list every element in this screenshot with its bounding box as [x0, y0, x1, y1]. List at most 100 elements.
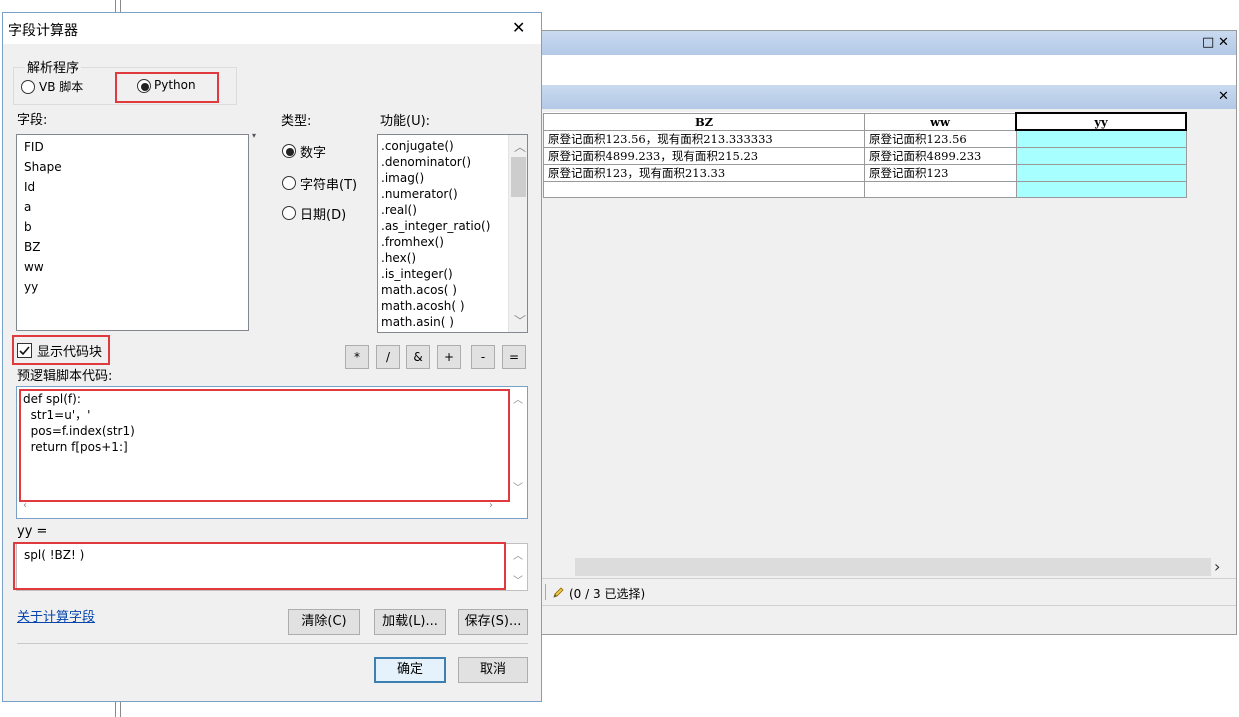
field-item[interactable]: yy	[17, 277, 248, 297]
expr-scroll-up-icon[interactable]: ︿	[511, 547, 525, 562]
field-item[interactable]: FID	[17, 137, 248, 157]
table-row[interactable]: 原登记面积123，现有面积213.33 原登记面积123	[543, 163, 1187, 182]
field-item[interactable]: b	[17, 217, 248, 237]
type-string-label[interactable]: 字符串(T)	[300, 174, 357, 193]
field-item[interactable]: BZ	[17, 237, 248, 257]
prelogic-label: 预逻辑脚本代码:	[17, 369, 113, 384]
functions-scrollbar[interactable]: ︿ ﹀	[508, 135, 527, 332]
functions-label: 功能(U):	[380, 114, 431, 129]
attribute-table: BZ ww yy 原登记面积123.56，现有面积213.333333 原登记面…	[543, 112, 1187, 198]
ok-button[interactable]: 确定	[374, 657, 446, 683]
cancel-button[interactable]: 取消	[458, 657, 528, 683]
field-item[interactable]: Shape	[17, 157, 248, 177]
function-item[interactable]: math.acos( )	[378, 282, 527, 298]
field-calculator-dialog: 字段计算器 ✕ 解析程序 VB 脚本 Python 字段: FID Shape …	[2, 12, 542, 702]
code-scroll-down-icon[interactable]: ﹀	[511, 479, 525, 494]
function-item[interactable]: .imag()	[378, 170, 527, 186]
restore-button[interactable]: □	[1202, 36, 1214, 50]
dialog-title-bar: 字段计算器 ✕	[3, 13, 541, 44]
prelogic-highlight-box	[19, 389, 510, 502]
equals-button[interactable]: =	[502, 345, 526, 369]
function-item[interactable]: .fromhex()	[378, 234, 527, 250]
scroll-up-icon[interactable]: ︿	[509, 139, 527, 155]
window-close-button[interactable]: ✕	[1218, 36, 1229, 50]
multiply-button[interactable]: *	[345, 345, 369, 369]
pencil-icon	[553, 587, 564, 598]
type-number-label[interactable]: 数字	[300, 142, 326, 161]
vb-radio[interactable]	[21, 80, 35, 94]
table-cell[interactable]	[1015, 146, 1187, 165]
clear-button[interactable]: 清除(C)	[288, 609, 360, 635]
checkmark-icon	[19, 346, 30, 356]
show-codeblock-label[interactable]: 显示代码块	[37, 341, 102, 360]
type-date-label[interactable]: 日期(D)	[300, 204, 346, 223]
type-string-radio[interactable]	[282, 176, 296, 190]
fields-sort-icon[interactable]: ▾	[252, 131, 256, 140]
fields-list[interactable]: FID Shape Id a b BZ ww yy	[16, 134, 249, 331]
vb-radio-label[interactable]: VB 脚本	[39, 78, 83, 95]
ampersand-button[interactable]: &	[406, 345, 430, 369]
column-header-bz[interactable]: BZ	[543, 112, 865, 131]
function-item[interactable]: .as_integer_ratio()	[378, 218, 527, 234]
plus-button[interactable]: +	[437, 345, 461, 369]
about-calculate-field-link[interactable]: 关于计算字段	[17, 606, 95, 625]
attribute-table-window: □ ✕ ✕ BZ ww yy 原登记面积123.56，现有面积213.33333…	[540, 30, 1237, 635]
save-button[interactable]: 保存(S)...	[458, 609, 528, 635]
function-item[interactable]: math.acosh( )	[378, 298, 527, 314]
table-header-row: BZ ww yy	[543, 112, 1187, 131]
selection-status: (0 / 3 已选择)	[569, 587, 646, 601]
table-cell[interactable]: 原登记面积123	[864, 163, 1017, 182]
table-cell[interactable]: 原登记面积4899.233	[864, 146, 1017, 165]
scroll-right-icon[interactable]: ›	[1214, 557, 1220, 576]
table-cell[interactable]: 原登记面积123.56，现有面积213.333333	[543, 129, 865, 148]
type-date-radio[interactable]	[282, 206, 296, 220]
table-cell[interactable]	[1015, 129, 1187, 148]
table-cell[interactable]	[1015, 180, 1187, 198]
fields-label: 字段:	[17, 113, 48, 128]
function-item[interactable]: .real()	[378, 202, 527, 218]
function-item[interactable]: .is_integer()	[378, 266, 527, 282]
function-item[interactable]: .conjugate()	[378, 138, 527, 154]
minus-button[interactable]: -	[471, 345, 495, 369]
type-number-radio[interactable]	[282, 144, 296, 158]
status-bar: (0 / 3 已选择)	[541, 578, 1236, 606]
function-item[interactable]: .denominator()	[378, 154, 527, 170]
type-label: 类型:	[281, 114, 312, 129]
field-item[interactable]: ww	[17, 257, 248, 277]
python-radio-label[interactable]: Python	[154, 78, 196, 92]
function-item[interactable]: math.asin( )	[378, 314, 527, 330]
field-item[interactable]: Id	[17, 177, 248, 197]
table-cell[interactable]: 原登记面积4899.233，现有面积215.23	[543, 146, 865, 165]
table-row[interactable]: 原登记面积123.56，现有面积213.333333 原登记面积123.56	[543, 129, 1187, 148]
function-item[interactable]: .hex()	[378, 250, 527, 266]
function-item[interactable]: .numerator()	[378, 186, 527, 202]
table-tab-bar	[541, 85, 1236, 109]
show-codeblock-checkbox[interactable]	[17, 343, 32, 358]
functions-list[interactable]: .conjugate() .denominator() .imag() .num…	[377, 134, 528, 333]
parser-group-label: 解析程序	[25, 57, 82, 76]
expr-scroll-down-icon[interactable]: ﹀	[511, 572, 525, 587]
table-close-button[interactable]: ✕	[1218, 90, 1229, 104]
column-header-yy[interactable]: yy	[1015, 112, 1187, 131]
dialog-close-button[interactable]: ✕	[512, 18, 525, 37]
window-title-bar	[541, 31, 1236, 55]
code-scroll-up-icon[interactable]: ︿	[511, 391, 525, 406]
table-row[interactable]: 原登记面积4899.233，现有面积215.23 原登记面积4899.233	[543, 146, 1187, 165]
divide-button[interactable]: /	[376, 345, 400, 369]
python-radio[interactable]	[137, 79, 151, 93]
table-cell[interactable]	[1015, 163, 1187, 182]
toolbar-area	[541, 55, 1236, 85]
table-row[interactable]	[543, 180, 1187, 198]
column-header-ww[interactable]: ww	[864, 112, 1017, 131]
scroll-down-icon[interactable]: ﹀	[509, 313, 527, 329]
table-cell[interactable]	[543, 180, 865, 198]
load-button[interactable]: 加载(L)...	[374, 609, 446, 635]
table-cell[interactable]: 原登记面积123，现有面积213.33	[543, 163, 865, 182]
table-cell[interactable]	[864, 180, 1017, 198]
table-cell[interactable]: 原登记面积123.56	[864, 129, 1017, 148]
divider	[17, 643, 528, 644]
field-item[interactable]: a	[17, 197, 248, 217]
scroll-thumb[interactable]	[511, 157, 526, 197]
table-grid-area: BZ ww yy 原登记面积123.56，现有面积213.333333 原登记面…	[541, 109, 1236, 559]
horizontal-scrollbar[interactable]	[575, 558, 1211, 576]
